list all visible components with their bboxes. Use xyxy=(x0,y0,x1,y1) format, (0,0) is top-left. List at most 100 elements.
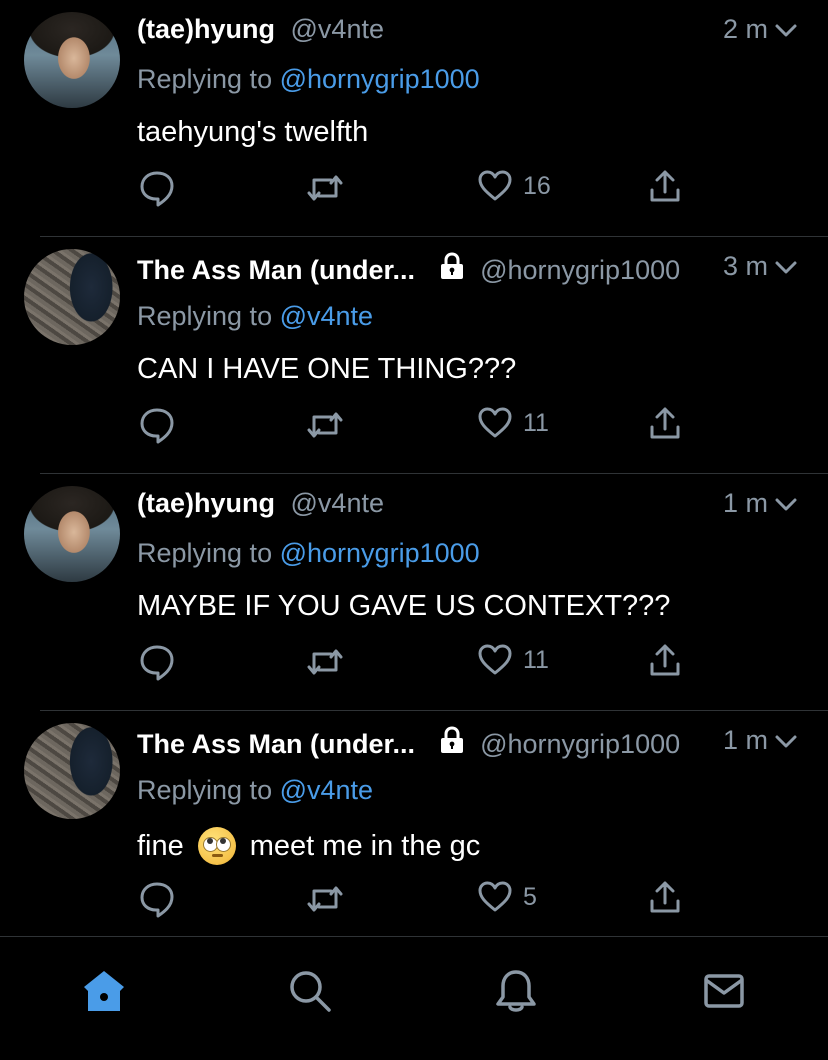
timestamp: 2 m xyxy=(722,14,768,44)
like-button[interactable]: 11 xyxy=(477,405,549,441)
display-name[interactable]: (tae)hyung xyxy=(137,488,275,518)
replying-to-handle[interactable]: @hornygrip1000 xyxy=(280,538,480,568)
timestamp: 1 m xyxy=(722,488,768,518)
tweet[interactable]: The Ass Man (under... @hornygrip1000 3 m… xyxy=(0,237,828,474)
tweet-header: The Ass Man (under... @hornygrip1000 3 m xyxy=(137,251,798,285)
tweet-actions: 5 xyxy=(137,879,697,919)
replying-to-handle[interactable]: @hornygrip1000 xyxy=(280,64,480,94)
display-name[interactable]: The Ass Man (under... xyxy=(137,729,415,759)
lock-icon xyxy=(440,252,463,279)
chevron-down-icon[interactable] xyxy=(774,255,798,279)
reply-icon xyxy=(140,408,174,444)
retweet-button[interactable] xyxy=(305,642,345,682)
share-icon xyxy=(650,881,680,913)
replying-to-handle[interactable]: @v4nte xyxy=(280,775,373,805)
replying-to: Replying to @v4nte xyxy=(137,301,373,332)
reply-button[interactable] xyxy=(137,879,177,919)
tweet-meta: 1 m xyxy=(723,488,798,519)
tab-search[interactable] xyxy=(286,967,334,1015)
reply-button[interactable] xyxy=(137,405,177,445)
tweet-actions: 16 xyxy=(137,168,697,208)
tweet[interactable]: (tae)hyung @v4nte 2 m Replying to @horny… xyxy=(0,0,828,237)
messages-icon xyxy=(704,974,744,1008)
tweet-actions: 11 xyxy=(137,405,697,445)
timestamp: 1 m xyxy=(722,725,768,755)
user-handle[interactable]: @v4nte xyxy=(291,14,384,44)
like-count: 5 xyxy=(523,882,537,911)
replying-to-handle[interactable]: @v4nte xyxy=(280,301,373,331)
tweet-actions: 11 xyxy=(137,642,697,682)
like-button[interactable]: 5 xyxy=(477,879,537,915)
share-icon xyxy=(650,644,680,676)
heart-icon xyxy=(478,881,512,912)
replying-to-label: Replying to xyxy=(137,64,273,94)
share-button[interactable] xyxy=(647,168,683,204)
share-icon xyxy=(650,170,680,202)
user-handle[interactable]: @v4nte xyxy=(291,488,384,518)
retweet-button[interactable] xyxy=(305,168,345,208)
replying-to: Replying to @hornygrip1000 xyxy=(137,538,480,569)
tweet-text-content: taehyung's twelfth xyxy=(137,116,369,148)
search-icon xyxy=(290,971,331,1012)
display-name[interactable]: (tae)hyung xyxy=(137,14,275,44)
avatar[interactable] xyxy=(24,12,120,108)
tab-messages[interactable] xyxy=(700,967,748,1015)
tweet-meta: 1 m xyxy=(723,725,798,756)
chevron-down-icon[interactable] xyxy=(774,729,798,753)
avatar[interactable] xyxy=(24,249,120,345)
timestamp: 3 m xyxy=(722,251,768,281)
replying-to-label: Replying to xyxy=(137,301,273,331)
avatar[interactable] xyxy=(24,723,120,819)
share-button[interactable] xyxy=(647,879,683,915)
like-count: 11 xyxy=(523,408,549,437)
heart-icon xyxy=(478,644,512,675)
rolling-eyes-emoji-icon xyxy=(197,827,236,865)
reply-icon xyxy=(140,882,174,918)
share-button[interactable] xyxy=(647,642,683,678)
tweet-text: MAYBE IF YOU GAVE US CONTEXT??? xyxy=(137,590,670,623)
tweet-text: taehyung's twelfth xyxy=(137,116,368,149)
display-name[interactable]: The Ass Man (under... xyxy=(137,255,415,285)
tweet-meta: 2 m xyxy=(723,14,798,45)
tweet-text-content: meet me in the gc xyxy=(249,829,481,862)
replying-to: Replying to @hornygrip1000 xyxy=(137,64,480,95)
user-handle[interactable]: @hornygrip1000 xyxy=(480,729,680,759)
tweet-text-content: fine xyxy=(137,829,184,862)
chevron-down-icon[interactable] xyxy=(774,492,798,516)
like-button[interactable]: 16 xyxy=(477,168,551,204)
reply-button[interactable] xyxy=(137,168,177,208)
reply-icon xyxy=(140,171,174,207)
retweet-button[interactable] xyxy=(305,879,345,919)
tweet-header: The Ass Man (under... @hornygrip1000 1 m xyxy=(137,725,798,759)
replying-to-label: Replying to xyxy=(137,775,273,805)
share-button[interactable] xyxy=(647,405,683,441)
lock-icon xyxy=(440,726,463,753)
tweet-header: (tae)hyung @v4nte 2 m xyxy=(137,14,798,48)
like-count: 11 xyxy=(523,645,549,674)
retweet-icon xyxy=(307,175,343,201)
reply-button[interactable] xyxy=(137,642,177,682)
retweet-icon xyxy=(307,412,343,438)
home-icon xyxy=(84,971,124,1011)
retweet-icon xyxy=(307,886,343,912)
tweet-text-content: MAYBE IF YOU GAVE US CONTEXT??? xyxy=(137,590,671,622)
tab-home[interactable] xyxy=(80,967,128,1015)
retweet-icon xyxy=(307,649,343,675)
reply-icon xyxy=(140,645,174,681)
tweet-text-content: CAN I HAVE ONE THING??? xyxy=(137,353,517,385)
chevron-down-icon[interactable] xyxy=(774,18,798,42)
tweet-text: fine meet me in the gc xyxy=(137,827,480,865)
tweet[interactable]: The Ass Man (under... @hornygrip1000 1 m… xyxy=(0,711,828,948)
avatar[interactable] xyxy=(24,486,120,582)
tweet-text: CAN I HAVE ONE THING??? xyxy=(137,353,516,386)
tweet-header: (tae)hyung @v4nte 1 m xyxy=(137,488,798,522)
heart-icon xyxy=(478,407,512,438)
retweet-button[interactable] xyxy=(305,405,345,445)
tab-notifications[interactable] xyxy=(492,967,540,1015)
share-icon xyxy=(650,407,680,439)
like-button[interactable]: 11 xyxy=(477,642,549,678)
like-count: 16 xyxy=(523,171,551,200)
tweet[interactable]: (tae)hyung @v4nte 1 m Replying to @horny… xyxy=(0,474,828,711)
heart-icon xyxy=(478,170,512,201)
user-handle[interactable]: @hornygrip1000 xyxy=(480,255,680,285)
